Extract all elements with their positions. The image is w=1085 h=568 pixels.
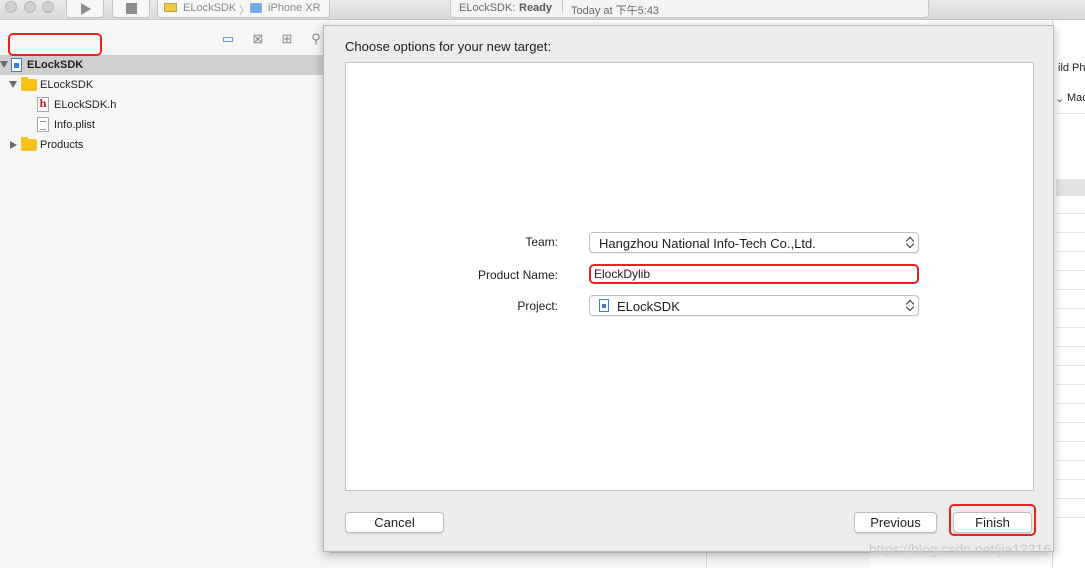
activity-status: ELockSDK: Ready Today at 下午5:43 xyxy=(450,0,929,18)
status-time: Today at 下午5:43 xyxy=(571,5,660,17)
status-project: ELockSDK: xyxy=(459,2,516,14)
device-icon xyxy=(250,3,262,13)
product-name-field[interactable] xyxy=(589,264,919,284)
folder-icon[interactable]: ▭ xyxy=(221,32,235,46)
selected-row-band xyxy=(1056,179,1085,196)
tree-row-label: ELockSDK.h xyxy=(54,99,117,111)
tree-row-label: ELockSDK xyxy=(40,79,94,91)
divider xyxy=(1056,308,1085,309)
divider xyxy=(1056,479,1085,480)
divider xyxy=(1056,460,1085,461)
divider xyxy=(1056,517,1085,518)
scheme-target-label: ELockSDK xyxy=(183,2,237,14)
divider xyxy=(1056,113,1085,114)
watermark-text: https://blog.csdn.net/jia12216 xyxy=(869,541,1052,557)
team-label: Team: xyxy=(525,235,558,249)
cancel-button[interactable]: Cancel xyxy=(345,512,444,533)
project-value: ELockSDK xyxy=(617,299,680,314)
tree-row-label: ELockSDK xyxy=(27,59,84,71)
disclosure-triangle-icon[interactable] xyxy=(0,61,8,68)
highlight-finish-button xyxy=(949,504,1036,536)
updown-arrows-icon xyxy=(906,236,914,249)
scheme-selector[interactable]: ELockSDK 〉 iPhone XR xyxy=(157,0,330,18)
project-file-icon xyxy=(11,58,22,72)
disclosure-triangle-icon[interactable] xyxy=(9,81,17,88)
new-target-options-sheet: Choose options for your new target: Team… xyxy=(323,25,1054,552)
chevron-down-icon: ⌄ xyxy=(1055,93,1065,105)
project-label: Project: xyxy=(517,299,558,313)
tree-row-label: Info.plist xyxy=(54,119,95,131)
divider xyxy=(1056,403,1085,404)
header-file-icon: h xyxy=(37,97,49,112)
sheet-title: Choose options for your new target: xyxy=(345,39,551,54)
stop-icon xyxy=(126,3,137,14)
team-value: Hangzhou National Info-Tech Co.,Ltd. xyxy=(599,236,816,251)
stop-button[interactable] xyxy=(112,0,150,18)
folder-icon xyxy=(21,77,37,91)
divider xyxy=(1056,251,1085,252)
tree-row-plist-file[interactable]: Info.plist xyxy=(0,115,330,135)
editor-bottom-panel xyxy=(330,552,706,568)
play-icon xyxy=(81,3,91,15)
team-popup[interactable]: Hangzhou National Info-Tech Co.,Ltd. xyxy=(589,232,919,253)
search-icon[interactable]: ⚲ xyxy=(309,32,323,46)
divider xyxy=(1056,232,1085,233)
updown-arrows-icon xyxy=(906,299,914,312)
project-navigator: ▭ ⊠ ⊞ ⚲ ELockSDK ELockSDK h ELockSDK.h I… xyxy=(0,20,330,568)
scheme-device-label: iPhone XR xyxy=(268,2,321,14)
previous-button[interactable]: Previous xyxy=(854,512,937,533)
window-toolbar: ELockSDK 〉 iPhone XR ELockSDK: Ready Tod… xyxy=(0,0,1085,20)
divider xyxy=(1056,365,1085,366)
divider xyxy=(1056,422,1085,423)
divider xyxy=(1056,346,1085,347)
run-button[interactable] xyxy=(66,0,104,18)
build-phases-tab[interactable]: ild Ph xyxy=(1058,62,1085,74)
disclosure-triangle-icon[interactable] xyxy=(10,141,17,149)
divider xyxy=(1056,270,1085,271)
plist-file-icon xyxy=(37,117,49,132)
tree-row-products[interactable]: Products xyxy=(0,135,330,155)
highlight-project-row xyxy=(8,33,102,56)
project-popup[interactable]: ELockSDK xyxy=(589,295,919,316)
divider xyxy=(1056,384,1085,385)
zoom-window-button[interactable] xyxy=(42,1,54,13)
scheme-icon xyxy=(164,3,177,12)
options-content-box: Team: Hangzhou National Info-Tech Co.,Lt… xyxy=(345,62,1034,491)
tree-row-label: Products xyxy=(40,139,84,151)
platform-popup[interactable]: Mac xyxy=(1067,92,1085,104)
tree-row-project[interactable]: ELockSDK xyxy=(0,55,330,75)
source-control-icon[interactable]: ⊠ xyxy=(251,32,265,46)
status-divider xyxy=(562,0,563,13)
status-state: Ready xyxy=(519,2,553,14)
divider xyxy=(1056,498,1085,499)
folder-icon xyxy=(21,137,37,151)
divider xyxy=(1056,213,1085,214)
close-window-button[interactable] xyxy=(5,1,17,13)
chevron-right-icon: 〉 xyxy=(239,5,250,17)
tree-row-group[interactable]: ELockSDK xyxy=(0,75,330,95)
project-file-icon xyxy=(599,299,609,312)
divider xyxy=(1056,327,1085,328)
symbol-icon[interactable]: ⊞ xyxy=(280,32,294,46)
editor-bottom-panel xyxy=(706,552,870,568)
minimize-window-button[interactable] xyxy=(24,1,36,13)
divider xyxy=(1056,441,1085,442)
tree-row-header-file[interactable]: h ELockSDK.h xyxy=(0,95,330,115)
divider xyxy=(1056,289,1085,290)
product-name-label: Product Name: xyxy=(477,268,558,282)
